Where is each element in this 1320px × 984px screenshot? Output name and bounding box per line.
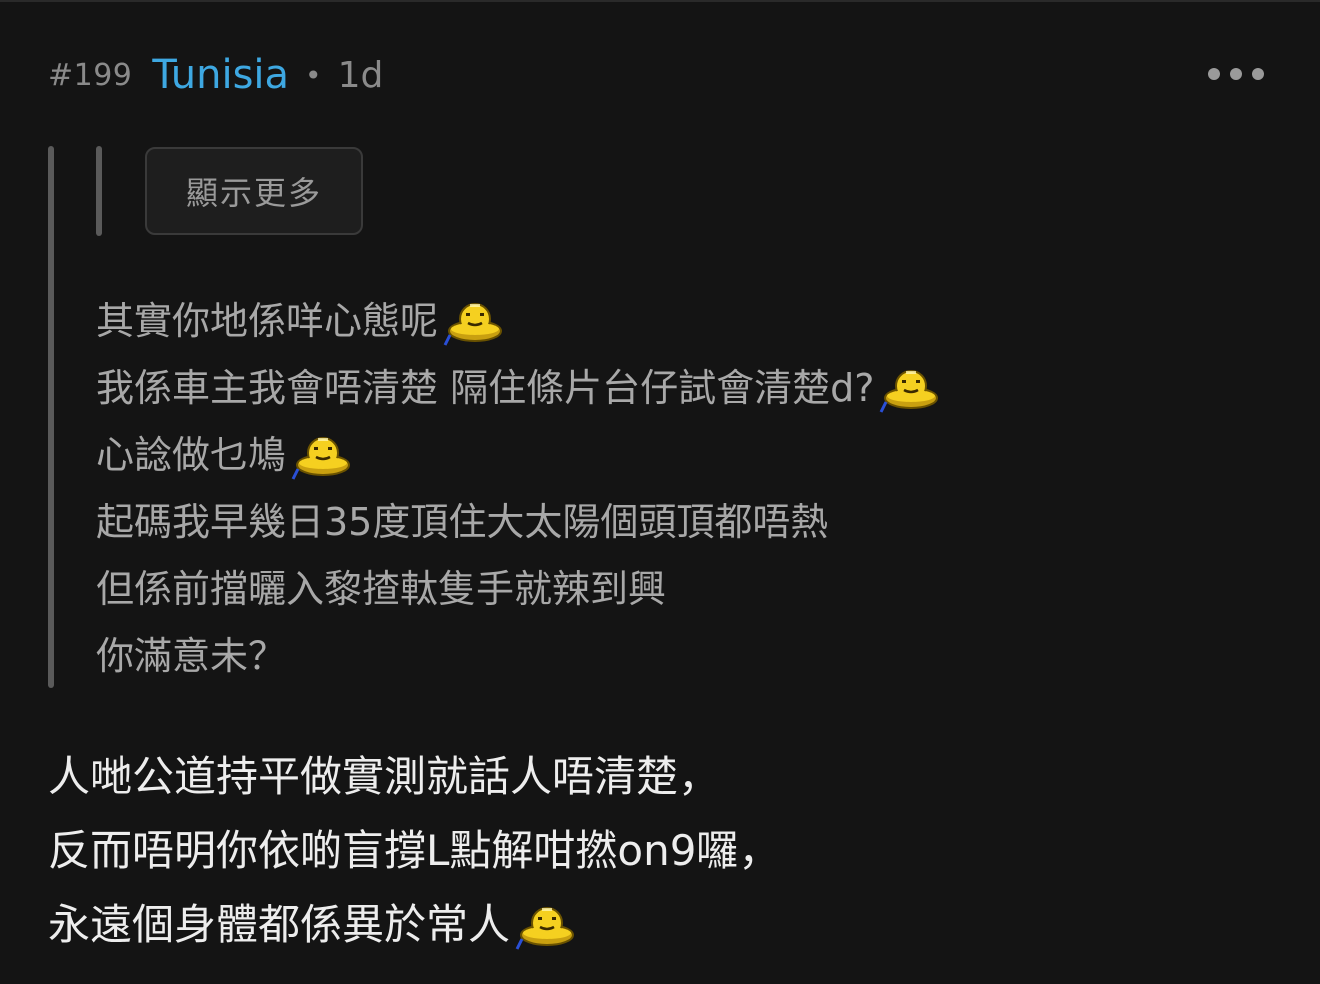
quote-line: 起碼我早幾日35度頂住大太陽個頭頂都唔熱 bbox=[96, 500, 829, 544]
post-time: 1d bbox=[337, 54, 384, 96]
username-link[interactable]: Tunisia bbox=[152, 52, 289, 98]
show-more-button[interactable]: 顯示更多 bbox=[145, 147, 363, 235]
reply-line: 反而唔明你依啲盲撐L點解咁撚on9囉， bbox=[48, 826, 781, 875]
quote-line: 你滿意未？ bbox=[96, 634, 287, 678]
post-index: #199 bbox=[48, 57, 133, 93]
ellipsis-icon bbox=[1208, 68, 1264, 80]
quote-line: 但係前擋曬入黎揸軚隻手就辣到興 bbox=[96, 567, 667, 611]
ufo-smiley-icon bbox=[438, 288, 504, 355]
post-header: #199 Tunisia • 1d bbox=[48, 50, 383, 100]
quote-line: 心諗做乜鳩 bbox=[96, 422, 940, 489]
ufo-smiley-icon bbox=[874, 355, 940, 422]
quote-bar bbox=[48, 146, 54, 688]
reply-line: 永遠個身體都係異於常人 bbox=[48, 888, 780, 962]
quote-line: 其實你地係咩心態呢 bbox=[96, 288, 940, 355]
ufo-smiley-icon bbox=[286, 422, 352, 489]
quoted-message: 其實你地係咩心態呢 我係車主我會唔清楚 隔住條片台仔試會清楚d? 心諗做乜鳩 起… bbox=[96, 288, 940, 690]
ufo-smiley-icon bbox=[510, 888, 576, 962]
quote-line: 我係車主我會唔清楚 隔住條片台仔試會清楚d? bbox=[96, 355, 940, 422]
more-options-button[interactable] bbox=[1208, 64, 1264, 84]
top-divider bbox=[0, 0, 1320, 2]
reply-message: 人哋公道持平做實測就話人唔清楚， 反而唔明你依啲盲撐L點解咁撚on9囉， 永遠個… bbox=[48, 740, 780, 962]
nested-quote-bar bbox=[96, 146, 102, 236]
reply-line: 人哋公道持平做實測就話人唔清楚， bbox=[48, 752, 721, 801]
header-separator: • bbox=[305, 58, 322, 92]
